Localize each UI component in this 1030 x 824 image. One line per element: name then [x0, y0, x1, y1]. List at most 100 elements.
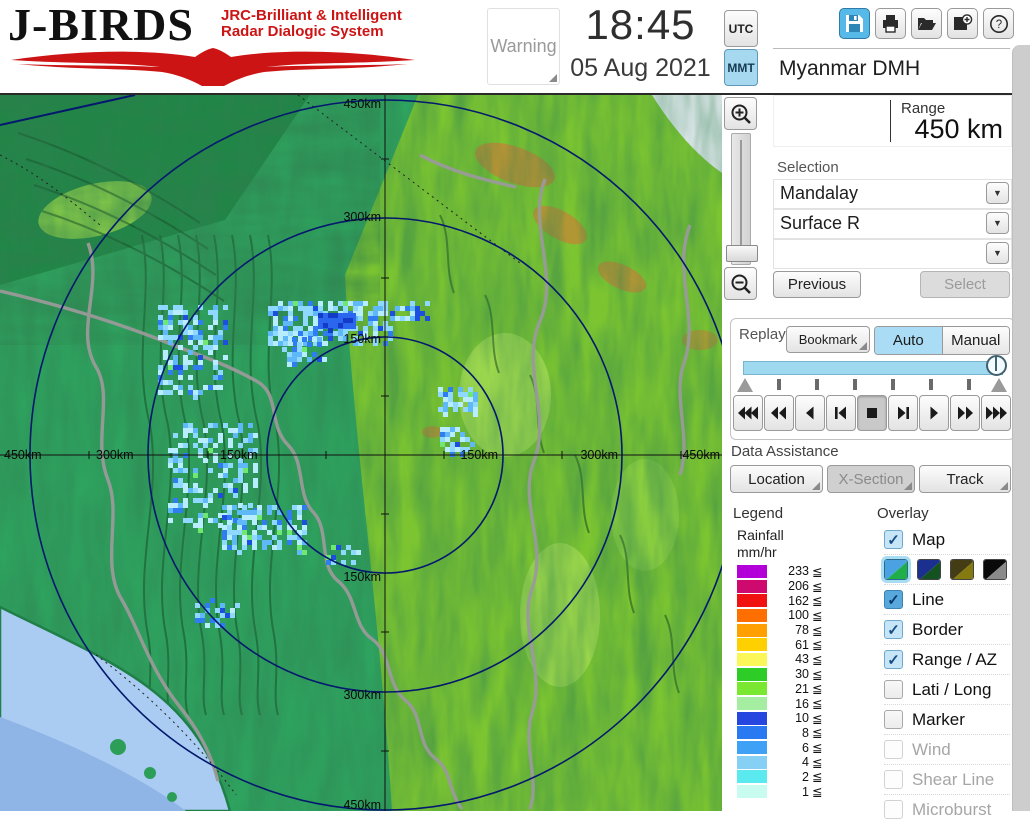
- overlay-item-shear-line[interactable]: Shear Line: [884, 765, 1010, 795]
- save-button[interactable]: [839, 8, 870, 39]
- overlay-title: Overlay: [877, 505, 929, 522]
- legend-row: 6 ≦: [737, 740, 852, 755]
- legend-row: 233 ≦: [737, 564, 852, 579]
- play-reverse-button[interactable]: [795, 395, 825, 431]
- legend-swatch: [737, 682, 767, 696]
- replay-slider-handle[interactable]: [986, 355, 1007, 376]
- legend-row: 1 ≦: [737, 784, 852, 799]
- manual-mode-button[interactable]: Manual: [942, 327, 1009, 354]
- warning-button[interactable]: Warning: [487, 8, 560, 85]
- x-section-button[interactable]: X-Section: [827, 465, 915, 493]
- legend-operator: ≦: [812, 785, 823, 800]
- eagle-logo-icon: [11, 48, 415, 86]
- rewind-triple-icon: [738, 406, 758, 420]
- step-last-button[interactable]: [888, 395, 918, 431]
- product-dropdown[interactable]: Surface R ▼: [773, 209, 1012, 239]
- mmt-button[interactable]: MMT: [724, 49, 758, 86]
- utc-button[interactable]: UTC: [724, 10, 758, 47]
- legend-operator: ≦: [812, 623, 823, 638]
- legend-value: 8: [802, 725, 809, 740]
- bookmark-button[interactable]: Bookmark: [786, 326, 870, 353]
- legend-row: 4 ≦: [737, 755, 852, 770]
- overlay-item-map[interactable]: ✓ Map: [884, 525, 1010, 555]
- replay-timeline-slider[interactable]: [743, 361, 1003, 375]
- map-style-swatch[interactable]: [881, 556, 911, 583]
- checkbox[interactable]: ✓: [884, 590, 903, 609]
- print-button[interactable]: [875, 8, 906, 39]
- checkbox[interactable]: [884, 800, 903, 819]
- overlay-item-lati-long[interactable]: Lati / Long: [884, 675, 1010, 705]
- timeline-end-marker-icon[interactable]: [991, 378, 1007, 392]
- stop-button[interactable]: [857, 395, 887, 431]
- forward-triple-icon: [986, 406, 1007, 420]
- legend-operator: ≦: [812, 652, 823, 667]
- map-style-swatch[interactable]: [950, 559, 974, 580]
- svg-text:?: ?: [995, 19, 1001, 31]
- map-style-swatch[interactable]: [917, 559, 941, 580]
- zoom-slider-handle[interactable]: [726, 245, 758, 262]
- legend-operator: ≦: [812, 741, 823, 756]
- previous-button[interactable]: Previous: [773, 271, 861, 298]
- add-image-button[interactable]: [947, 8, 978, 39]
- timeline-start-marker-icon[interactable]: [737, 378, 753, 392]
- legend-swatch: [737, 726, 767, 740]
- panel-scroll-strip[interactable]: [1012, 45, 1030, 811]
- svg-text:150km: 150km: [460, 448, 498, 462]
- station-field[interactable]: Myanmar DMH: [773, 48, 1010, 92]
- map-style-swatch[interactable]: [983, 559, 1007, 580]
- auto-mode-button[interactable]: Auto: [875, 327, 943, 354]
- help-button[interactable]: ?: [983, 8, 1014, 39]
- overlay-item-wind[interactable]: Wind: [884, 735, 1010, 765]
- clock: 18:45 05 Aug 2021: [563, 0, 718, 92]
- legend-operator: ≦: [812, 579, 823, 594]
- checkbox[interactable]: ✓: [884, 650, 903, 669]
- option-dropdown[interactable]: ▼: [773, 239, 1012, 269]
- overlay-label: Range / AZ: [912, 649, 998, 669]
- overlay-item-border[interactable]: ✓ Border: [884, 615, 1010, 645]
- timeline-tick: [777, 379, 781, 390]
- checkbox[interactable]: [884, 740, 903, 759]
- rewind-double-button[interactable]: [764, 395, 794, 431]
- checkbox[interactable]: [884, 710, 903, 729]
- site-dropdown[interactable]: Mandalay ▼: [773, 179, 1012, 209]
- range-value: 450 km: [914, 114, 1003, 144]
- track-button[interactable]: Track: [919, 465, 1011, 493]
- svg-text:300km: 300km: [343, 688, 381, 702]
- rewind-triple-button[interactable]: [733, 395, 763, 431]
- legend-operator: ≦: [812, 564, 823, 579]
- option-dropdown-arrow-icon[interactable]: ▼: [986, 242, 1009, 264]
- zoom-out-button[interactable]: [724, 267, 757, 300]
- overlay-label: Shear Line: [912, 769, 995, 789]
- open-folder-button[interactable]: [911, 8, 942, 39]
- svg-text:150km: 150km: [220, 448, 258, 462]
- legend-operator: ≦: [812, 770, 823, 785]
- checkbox[interactable]: [884, 680, 903, 699]
- site-dropdown-arrow-icon[interactable]: ▼: [986, 182, 1009, 204]
- overlay-item-range-az[interactable]: ✓ Range / AZ: [884, 645, 1010, 675]
- zoom-in-button[interactable]: [724, 97, 757, 130]
- forward-double-button[interactable]: [950, 395, 980, 431]
- play-icon: [930, 406, 938, 420]
- step-first-button[interactable]: [826, 395, 856, 431]
- location-button[interactable]: Location: [730, 465, 823, 493]
- radar-map-canvas[interactable]: 450km 300km 150km 150km 300km 450km 450km 300km…: [0, 94, 741, 813]
- forward-triple-button[interactable]: [981, 395, 1011, 431]
- checkbox[interactable]: [884, 770, 903, 789]
- legend-value: 6: [802, 740, 809, 755]
- radar-map[interactable]: 450km 300km 150km 150km 300km 450km 450km 300km…: [0, 94, 741, 813]
- overlay-item-line[interactable]: ✓ Line: [884, 585, 1010, 615]
- product-dropdown-arrow-icon[interactable]: ▼: [986, 212, 1009, 234]
- legend-swatch: [737, 652, 767, 666]
- legend-swatch: [737, 638, 767, 652]
- station-title: Myanmar DMH: [779, 57, 921, 80]
- checkbox[interactable]: ✓: [884, 530, 903, 549]
- play-button[interactable]: [919, 395, 949, 431]
- legend-operator: ≦: [812, 726, 823, 741]
- legend-swatch: [737, 755, 767, 769]
- legend-value: 16: [795, 696, 809, 711]
- select-button[interactable]: Select: [920, 271, 1010, 298]
- overlay-label: Marker: [912, 709, 965, 729]
- checkbox[interactable]: ✓: [884, 620, 903, 639]
- overlay-item-microburst[interactable]: Microburst: [884, 795, 1010, 824]
- overlay-item-marker[interactable]: Marker: [884, 705, 1010, 735]
